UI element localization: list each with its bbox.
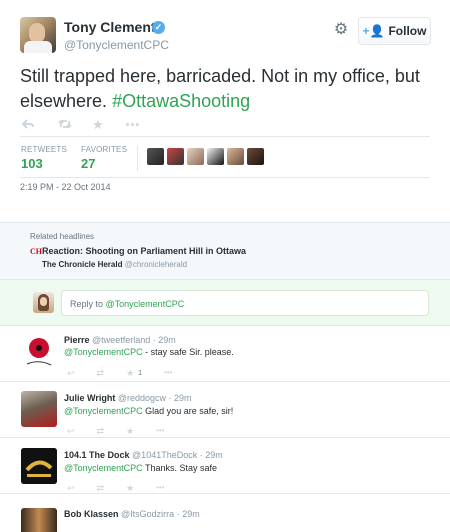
retweets-label: RETWEETS — [21, 145, 68, 154]
reply-handle: @ItsGodzirra — [121, 509, 175, 519]
favorite-icon[interactable]: ★ — [126, 481, 134, 495]
related-headlines: Related headlines CH Reaction: Shooting … — [0, 222, 450, 280]
reply-item[interactable]: Pierre @tweetferland · 29m @TonyclementC… — [0, 326, 450, 382]
tweet-text: Still trapped here, barricaded. Not in m… — [20, 64, 440, 114]
retweet-icon[interactable] — [58, 118, 72, 132]
related-headline-link[interactable]: Reaction: Shooting on Parliament Hill in… — [42, 246, 246, 256]
favorite-icon[interactable]: ★ — [126, 366, 134, 380]
avatar[interactable] — [147, 148, 164, 165]
reply-item[interactable]: 104.1 The Dock @1041TheDock · 29m @Tonyc… — [0, 438, 450, 494]
reply-text: @TonyclementCPC Glad you are safe, sir! — [64, 406, 234, 416]
related-source[interactable]: The Chronicle Herald @chronicleherald — [42, 260, 187, 269]
source-name: The Chronicle Herald — [42, 260, 123, 269]
avatar — [33, 292, 54, 313]
avatar[interactable] — [21, 448, 57, 484]
reply-icon[interactable] — [21, 118, 40, 132]
reply-text: @TonyclementCPC - stay safe Sir. please. — [64, 347, 234, 357]
favorite-icon[interactable]: ★ — [92, 118, 104, 132]
favorites-label: FAVORITES — [81, 145, 128, 154]
reply-icon[interactable]: ↩ — [67, 481, 75, 495]
reply-input[interactable]: Reply to @TonyclementCPC — [61, 290, 429, 316]
avatar[interactable] — [207, 148, 224, 165]
follow-label: Follow — [388, 24, 427, 38]
reply-icon[interactable]: ↩ — [67, 424, 75, 438]
chronicle-herald-logo-icon: CH — [30, 247, 42, 256]
reply-box: Reply to @TonyclementCPC — [0, 280, 450, 326]
more-icon[interactable]: ••• — [164, 366, 172, 380]
favorite-count: 1 — [138, 369, 143, 377]
divider — [20, 177, 430, 178]
reply-prefix: Reply to — [70, 299, 106, 309]
reply-mention: @TonyclementCPC — [105, 299, 185, 309]
user-handle[interactable]: @TonyclementCPC — [64, 38, 169, 52]
avatar[interactable] — [21, 334, 57, 370]
follow-button[interactable]: +👤 Follow — [358, 17, 431, 45]
reply-actions: ↩ ⇄ ★ 1 ••• — [67, 366, 172, 380]
reply-item[interactable]: Julie Wright @reddogcw · 29m @Tonyclemen… — [0, 382, 450, 438]
gear-icon[interactable]: ⚙ — [332, 21, 350, 39]
reply-author[interactable]: 104.1 The Dock @1041TheDock · 29m — [64, 450, 223, 460]
avatar[interactable] — [167, 148, 184, 165]
reply-actions: ↩ ⇄ ★ ••• — [67, 481, 165, 495]
retweet-icon[interactable]: ⇄ — [97, 481, 105, 495]
mention-link[interactable]: @TonyclementCPC — [64, 406, 143, 416]
more-icon[interactable]: ••• — [156, 481, 164, 495]
mention-link[interactable]: @TonyclementCPC — [64, 347, 143, 357]
mention-link[interactable]: @TonyclementCPC — [64, 463, 143, 473]
reply-handle: @reddogcw — [117, 393, 167, 403]
tweet-actions: ★ ••• — [21, 118, 141, 132]
reply-time[interactable]: · 29m — [200, 450, 223, 460]
reply-author[interactable]: Bob Klassen @ItsGodzirra · 29m — [64, 509, 200, 519]
avatar[interactable] — [21, 508, 57, 532]
retweet-icon[interactable]: ⇄ — [97, 366, 105, 380]
divider — [137, 145, 138, 171]
retweet-icon[interactable]: ⇄ — [97, 424, 105, 438]
hashtag-link[interactable]: #OttawaShooting — [112, 91, 250, 111]
reply-author[interactable]: Julie Wright @reddogcw · 29m — [64, 393, 192, 403]
more-icon[interactable]: ••• — [126, 118, 141, 132]
reply-actions: ↩ ⇄ ★ ••• — [67, 424, 165, 438]
favorites-count[interactable]: 27 — [81, 156, 95, 171]
reply-text: @TonyclementCPC Thanks. Stay safe — [64, 463, 218, 473]
retweets-count[interactable]: 103 — [21, 156, 43, 171]
avatar[interactable] — [21, 391, 57, 427]
avatar[interactable] — [247, 148, 264, 165]
user-name[interactable]: Tony Clement — [64, 19, 156, 35]
related-title: Related headlines — [30, 232, 95, 241]
favoriter-avatars — [147, 148, 264, 165]
reply-handle: @tweetferland — [92, 335, 151, 345]
main-tweet: Tony Clement ✓ @TonyclementCPC ⚙ +👤 Foll… — [0, 0, 450, 222]
source-handle: @chronicleherald — [124, 260, 188, 269]
reply-author[interactable]: Pierre @tweetferland · 29m — [64, 335, 176, 345]
avatar[interactable] — [227, 148, 244, 165]
reply-icon[interactable]: ↩ — [67, 366, 75, 380]
reply-item[interactable]: Bob Klassen @ItsGodzirra · 29m — [0, 494, 450, 532]
favorite-icon[interactable]: ★ — [126, 424, 134, 438]
reply-handle: @1041TheDock — [132, 450, 198, 460]
avatar[interactable] — [20, 17, 56, 53]
tweet-timestamp[interactable]: 2:19 PM - 22 Oct 2014 — [20, 182, 111, 192]
verified-badge-icon: ✓ — [152, 21, 165, 34]
more-icon[interactable]: ••• — [156, 424, 164, 438]
avatar[interactable] — [187, 148, 204, 165]
reply-time[interactable]: · 29m — [177, 509, 200, 519]
reply-time[interactable]: · 29m — [153, 335, 176, 345]
divider — [20, 136, 430, 137]
add-user-icon: +👤 — [362, 24, 385, 38]
reply-time[interactable]: · 29m — [169, 393, 192, 403]
